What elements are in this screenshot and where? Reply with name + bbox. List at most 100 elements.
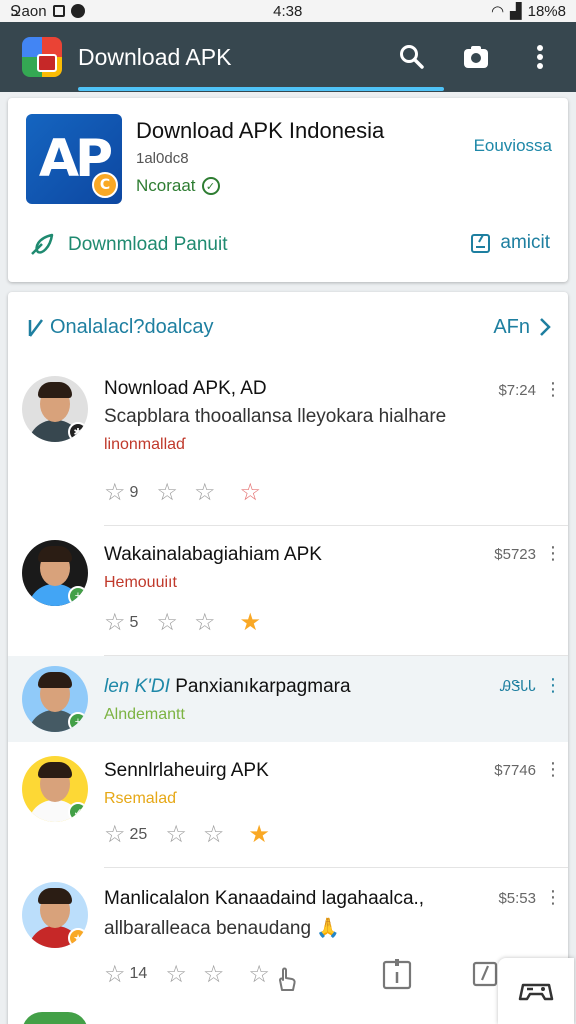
info-icon[interactable] [382, 958, 412, 990]
item-title-main: Panxianıkarpagmara [175, 676, 351, 697]
app-list-card: Onalalacl?doalcay AFn ✱ Nownload APK, AD… [8, 292, 568, 1024]
avatar: ✓ [22, 756, 88, 822]
list-item[interactable] [8, 1012, 568, 1024]
list-item[interactable]: + len K'DI Panxianıkarpagmara Alndemantt… [8, 656, 568, 742]
rating-count: 14 [129, 965, 148, 982]
featured-app-card[interactable]: AP C Download APK Indonesia 1al0dc8 Ncor… [8, 98, 568, 282]
leaf-download-icon [31, 233, 54, 255]
item-more-icon[interactable]: ⋮ [544, 380, 562, 398]
item-price: $7:24 [498, 382, 536, 399]
search-icon [400, 45, 424, 69]
signal-icon: ▟ [510, 3, 522, 20]
item-more-icon[interactable]: ⋮ [544, 760, 562, 778]
item-more-icon[interactable]: ⋮ [544, 544, 562, 562]
rating-stars[interactable]: ☆ 9 ☆ ☆ ☆ [104, 478, 261, 507]
rating-stars[interactable]: ☆ 14 ☆ ☆ ☆ [104, 954, 498, 994]
featured-app-link[interactable]: Eouviossa [474, 136, 552, 156]
camera-icon [464, 46, 488, 68]
item-tag: Rsemalaɗ [104, 790, 177, 807]
featured-app-logo: AP C [26, 114, 122, 204]
avatar: + [22, 666, 88, 732]
star-icon[interactable]: ★ [239, 608, 261, 637]
avatar: ★ [22, 882, 88, 948]
rating-stars[interactable]: ☆ 25 ☆ ☆ ★ [104, 820, 270, 849]
avatar [22, 1012, 88, 1024]
status-time: 4:38 [273, 2, 303, 20]
avatar: + [22, 540, 88, 606]
gamepad-icon [518, 983, 554, 1001]
item-more-icon[interactable]: ⋮ [544, 888, 562, 906]
item-price: ᎯᏕᏓᏓ [500, 678, 536, 695]
item-title: Wakainalabagiahiam APK [104, 544, 322, 565]
star-icon[interactable]: ☆ [104, 478, 126, 507]
item-title: len K'DI Panxianıkarpagmara [104, 676, 351, 698]
star-icon[interactable]: ☆ [248, 960, 270, 989]
battery-percent: 18%8 [527, 2, 566, 20]
star-icon[interactable]: ☆ [156, 608, 178, 637]
gamepad-button[interactable] [498, 958, 574, 1024]
star-icon[interactable]: ☆ [239, 478, 261, 507]
star-icon[interactable]: ☆ [156, 478, 178, 507]
item-more-icon[interactable]: ⋮ [544, 676, 562, 694]
star-icon[interactable]: ☆ [165, 960, 187, 989]
see-all-link[interactable]: AFn [493, 316, 552, 339]
rating-count: 9 [129, 483, 139, 501]
status-carrier: Ջaon [10, 3, 47, 20]
more-vert-icon [537, 45, 543, 69]
pencil-icon [28, 319, 43, 337]
star-icon[interactable]: ☆ [194, 608, 216, 637]
featured-app-status: Ncoraat ✓ [136, 176, 220, 196]
app-logo-icon [22, 37, 62, 77]
list-item[interactable]: + Wakainalabagiahiam APK Hemouuiıt $5723… [8, 526, 568, 656]
avatar-badge-icon: ✓ [68, 802, 88, 822]
sync-icon [70, 4, 85, 18]
download-button[interactable]: Downmload Panuit [28, 232, 227, 258]
star-icon[interactable]: ☆ [194, 478, 216, 507]
avatar-badge-icon: ✱ [68, 422, 88, 442]
wifi-icon: ◠ [490, 3, 505, 20]
list-item[interactable]: ★ Manlicalalon Kanaadaind lagahaalca., a… [8, 868, 568, 1018]
more-options-button[interactable] [518, 35, 562, 79]
secondary-action-label: amicit [500, 232, 550, 253]
item-description: Scapblara thooallansa lleyokara hialhare [104, 406, 447, 427]
avatar-badge-icon: ★ [68, 928, 88, 948]
secondary-action-button[interactable]: amicit [470, 232, 550, 254]
item-tag: linonmallaɗ [104, 436, 185, 453]
list-item[interactable]: ✱ Nownload APK, AD Scapblara thooallansa… [8, 362, 568, 526]
notification-icon [52, 5, 65, 17]
item-tag: Hemouuiıt [104, 574, 177, 591]
search-button[interactable] [390, 35, 434, 79]
star-icon[interactable]: ☆ [104, 608, 126, 637]
item-title: Nownload APK, AD [104, 378, 267, 399]
tab-indicator [78, 87, 444, 91]
download-button-label: Downmload Panuit [68, 234, 228, 255]
star-icon[interactable]: ☆ [104, 960, 126, 989]
featured-app-title: Download APK Indonesia [136, 118, 385, 143]
logo-badge: C [92, 172, 118, 198]
item-title: Manlicalalon Kanaadaind lagahaalca., [104, 888, 425, 909]
touch-icon[interactable] [272, 964, 302, 994]
avatar: ✱ [22, 376, 88, 442]
avatar-badge-icon: + [68, 712, 88, 732]
item-tag: Alndemantt [104, 706, 185, 723]
star-icon[interactable]: ★ [248, 820, 270, 849]
star-icon[interactable]: ☆ [203, 820, 225, 849]
star-icon[interactable]: ☆ [203, 960, 225, 989]
verified-icon: ✓ [201, 177, 220, 195]
rating-stars[interactable]: ☆ 5 ☆ ☆ ★ [104, 608, 261, 637]
app-title: Download APK [78, 43, 232, 70]
section-title-text: Onalalacl?doalcay [50, 315, 214, 338]
list-header: Onalalacl?doalcay AFn [8, 292, 568, 362]
camera-button[interactable] [454, 35, 498, 79]
list-item[interactable]: ✓ Sennlrlaheuirg APK Rsemalaɗ $7746 ⋮ ☆ 2… [8, 742, 568, 868]
star-icon[interactable]: ☆ [165, 820, 187, 849]
star-icon[interactable]: ☆ [104, 820, 126, 849]
edit-icon [471, 234, 491, 253]
item-price: $5723 [494, 546, 536, 563]
avatar-badge-icon: + [68, 586, 88, 606]
section-title: Onalalacl?doalcay [26, 316, 213, 339]
status-label: Ncoraat [136, 176, 196, 195]
edit-icon[interactable] [472, 960, 498, 988]
featured-app-version: 1al0dc8 [136, 150, 189, 167]
item-description: allbaralleaca benaudang 🙏 [104, 918, 340, 939]
